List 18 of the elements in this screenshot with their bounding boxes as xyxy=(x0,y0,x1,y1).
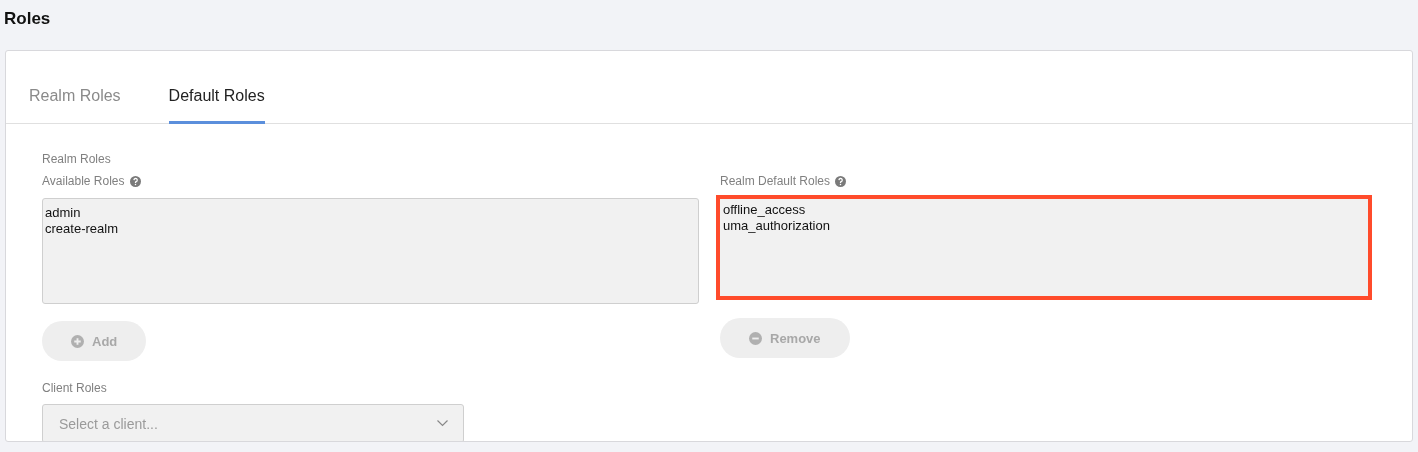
section-label: Client Roles xyxy=(42,381,108,395)
plus-circle-icon xyxy=(71,334,84,348)
field-label: Realm Default Roles xyxy=(720,174,831,188)
role-option[interactable]: offline_access xyxy=(723,202,806,218)
role-option[interactable]: create-realm xyxy=(45,221,118,237)
help-icon[interactable] xyxy=(835,175,847,187)
role-listbox[interactable]: admin create-realm xyxy=(42,198,699,304)
role-option[interactable]: admin xyxy=(45,205,81,221)
field-label: Available Roles xyxy=(42,174,125,188)
role-listbox[interactable]: offline_access uma_authorization xyxy=(716,195,1372,300)
role-option[interactable]: uma_authorization xyxy=(723,218,830,234)
tab[interactable]: Default Roles xyxy=(168,87,265,124)
page-title: Roles xyxy=(4,8,52,30)
chevron-down-icon xyxy=(437,420,448,427)
tab[interactable]: Realm Roles xyxy=(29,87,121,124)
help-icon[interactable] xyxy=(129,175,141,187)
minus-circle-icon xyxy=(749,331,762,345)
section-label: Realm Roles xyxy=(42,152,112,166)
